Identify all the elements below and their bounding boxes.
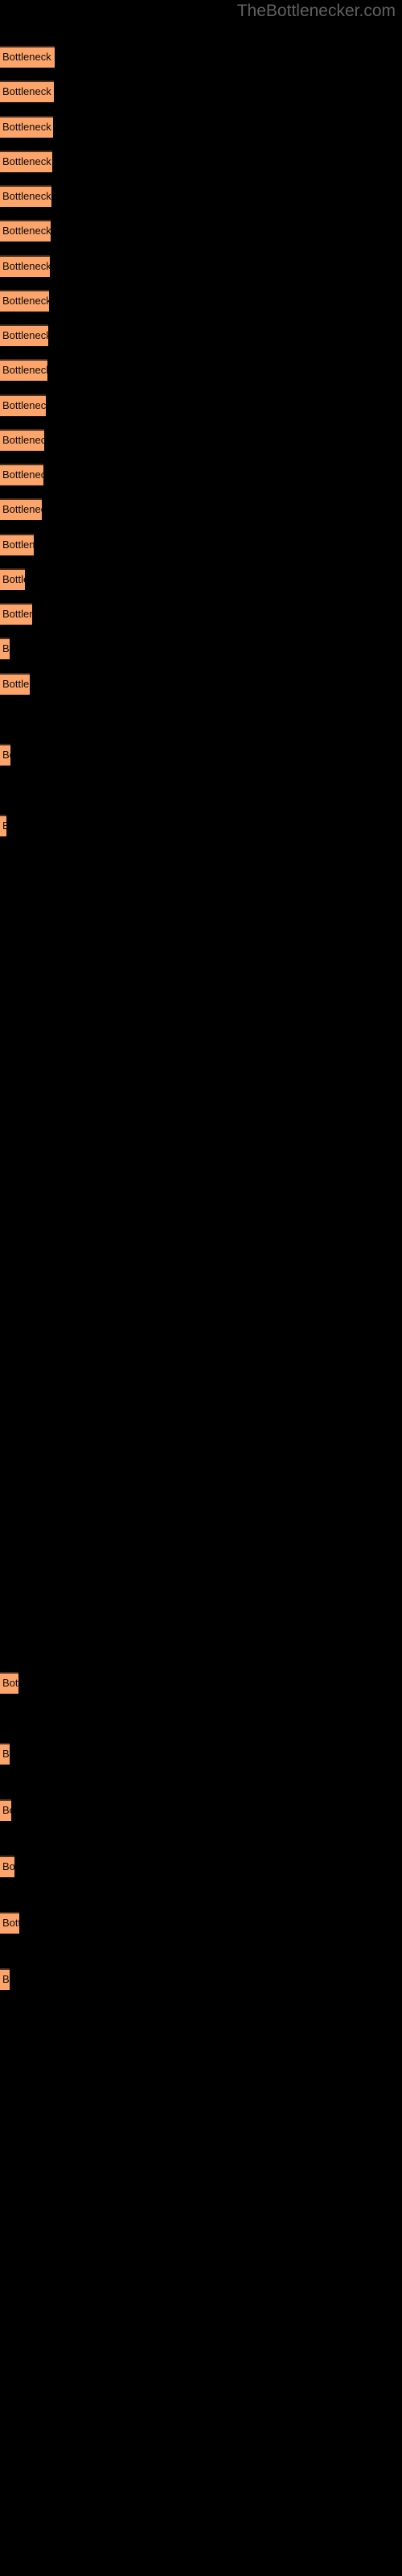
bar-clip: Bottleneck result <box>0 185 51 207</box>
bar-clip: Bottleneck result <box>0 1799 11 1821</box>
bar <box>0 603 32 625</box>
bar <box>0 394 46 416</box>
bar-clip: Bottleneck result <box>0 290 49 312</box>
bar-row: Bottleneck result <box>0 1856 402 1877</box>
bar <box>0 220 51 242</box>
bar-clip: Bottleneck result <box>0 80 54 102</box>
bar-row: Bottleneck result <box>0 603 402 625</box>
bar-row: Bottleneck result <box>0 80 402 102</box>
bar <box>0 638 10 659</box>
bar <box>0 324 48 346</box>
bar-row: Bottleneck result <box>0 220 402 242</box>
bar-row: Bottleneck result <box>0 1912 402 1934</box>
bar-clip: Bottleneck result <box>0 1743 10 1765</box>
bar <box>0 1799 11 1821</box>
bar <box>0 185 51 207</box>
bar <box>0 815 6 836</box>
bars-layer: Bottleneck result Bottleneck result Bottle… <box>0 0 402 2576</box>
bar-clip: Bottleneck result <box>0 1672 18 1694</box>
bar <box>0 1968 10 1990</box>
bar-clip: Bottleneck result <box>0 464 43 485</box>
bar <box>0 1856 14 1877</box>
bar-row: Bottleneck result <box>0 151 402 172</box>
bar <box>0 534 34 555</box>
bar-clip: Bottleneck result <box>0 116 53 138</box>
bar <box>0 46 55 68</box>
bar-row: Bottleneck result <box>0 255 402 277</box>
bar <box>0 1912 19 1934</box>
bar-row: Bottleneck result <box>0 1743 402 1765</box>
bar <box>0 498 42 520</box>
bar-clip: Bottleneck result <box>0 568 25 590</box>
bar <box>0 464 43 485</box>
bar-clip: Bottleneck result <box>0 815 6 836</box>
bar-clip: Bottleneck result <box>0 498 42 520</box>
bar-clip: Bottleneck result <box>0 673 30 695</box>
bar-row: Bottleneck result <box>0 1968 402 1990</box>
bar <box>0 290 49 312</box>
bar-row: Bottleneck result <box>0 1799 402 1821</box>
bar <box>0 1672 18 1694</box>
bar-row: Bottleneck result <box>0 324 402 346</box>
bar-clip: Bottleneck result <box>0 429 44 451</box>
bar-row: Bottleneck result <box>0 46 402 68</box>
bar <box>0 744 10 766</box>
bar-clip: Bottleneck result <box>0 1856 14 1877</box>
bar-row: Bottleneck result <box>0 464 402 485</box>
bar-row: Bottleneck result <box>0 290 402 312</box>
bar <box>0 673 30 695</box>
bar-row: Bottleneck result <box>0 185 402 207</box>
bar-clip: Bottleneck result <box>0 394 46 416</box>
bar-row: Bottleneck result <box>0 359 402 381</box>
bar <box>0 116 53 138</box>
bar-clip: Bottleneck result <box>0 324 48 346</box>
bar-clip: Bottleneck result <box>0 1912 19 1934</box>
bar <box>0 80 54 102</box>
bar-row: Bottleneck result <box>0 394 402 416</box>
bar <box>0 1743 10 1765</box>
bar-row: Bottleneck result <box>0 568 402 590</box>
bar-clip: Bottleneck result <box>0 638 10 659</box>
bar-clip: Bottleneck result <box>0 220 51 242</box>
bar <box>0 429 44 451</box>
bar-clip: Bottleneck result <box>0 46 55 68</box>
bar-clip: Bottleneck result <box>0 1968 10 1990</box>
bar <box>0 151 52 172</box>
bar-clip: Bottleneck result <box>0 534 34 555</box>
bar-row: Bottleneck result <box>0 498 402 520</box>
bar-row: Bottleneck result <box>0 1672 402 1694</box>
bar-clip: Bottleneck result <box>0 359 47 381</box>
bar-row: Bottleneck result <box>0 744 402 766</box>
bar-clip: Bottleneck result <box>0 151 52 172</box>
bar-clip: Bottleneck result <box>0 744 10 766</box>
bottleneck-bar-chart: TheBottlenecker.com Bottleneck resultBot… <box>0 0 402 2576</box>
bar-row: Bottleneck result <box>0 638 402 659</box>
bar-row: Bottleneck result <box>0 673 402 695</box>
bar <box>0 568 25 590</box>
bar-row: Bottleneck result <box>0 815 402 836</box>
bar <box>0 359 47 381</box>
bar-row: Bottleneck result <box>0 429 402 451</box>
bar-row: Bottleneck result <box>0 534 402 555</box>
bar-clip: Bottleneck result <box>0 603 32 625</box>
bar-row: Bottleneck result <box>0 116 402 138</box>
bar <box>0 255 50 277</box>
bar-clip: Bottleneck result <box>0 255 50 277</box>
